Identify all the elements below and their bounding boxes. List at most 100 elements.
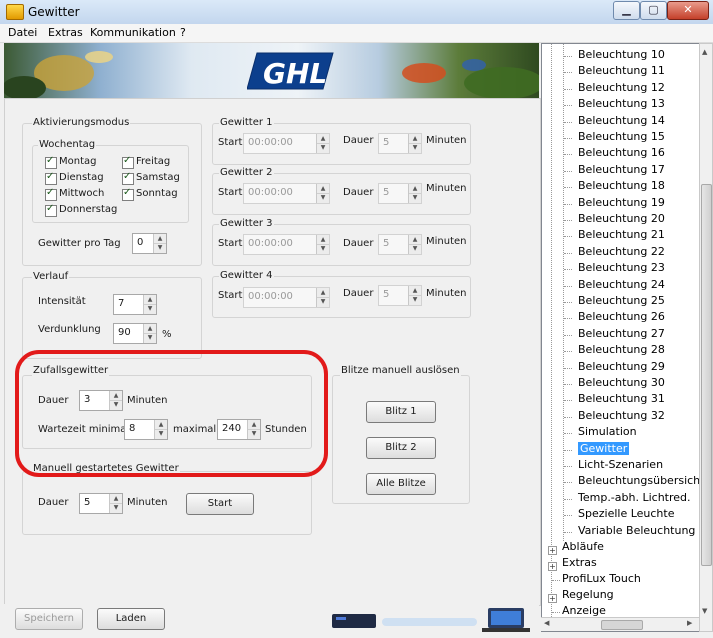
tree-item[interactable]: Beleuchtung 26 (578, 310, 665, 323)
gewitter-pro-tag-spinner[interactable]: 0 ▲ ▼ (132, 233, 167, 254)
menu-bar: Datei Extras Kommunikation ? (0, 24, 713, 43)
freitag-checkbox[interactable] (122, 155, 134, 169)
header-banner: GHL (4, 43, 539, 98)
tree-item[interactable]: Gewitter (578, 441, 630, 455)
expand-regelung-icon[interactable]: + (548, 594, 557, 603)
scroll-left-icon[interactable]: ◀ (544, 619, 549, 627)
tree-item[interactable]: Beleuchtung 24 (578, 278, 665, 291)
spin-down-icon[interactable]: ▼ (409, 143, 421, 152)
mittwoch-checkbox[interactable] (45, 187, 57, 201)
manuell-dauer-spinner[interactable]: 5 ▲ ▼ (79, 493, 123, 514)
gewitter-3-dauer-field[interactable]: 5 ▲ ▼ (378, 234, 422, 255)
gewitter-2-start-field[interactable]: 00:00:00 ▲ ▼ (243, 183, 330, 204)
tree-item[interactable]: Beleuchtung 17 (578, 163, 665, 176)
speichern-button[interactable]: Speichern (15, 608, 83, 630)
tree-item[interactable]: Beleuchtung 18 (578, 179, 665, 192)
menu-extras[interactable]: Extras (48, 26, 83, 39)
tree-node-ablaeufe[interactable]: Abläufe (562, 540, 604, 553)
tree-item[interactable]: Beleuchtung 16 (578, 146, 665, 159)
freitag-label: Freitag (136, 156, 171, 167)
tree-item[interactable]: Beleuchtung 13 (578, 97, 665, 110)
app-window: Gewitter ▁ ▢ ✕ Datei Extras Kommunikatio… (0, 0, 713, 638)
tree-item[interactable]: Temp.-abh. Lichtred. (578, 491, 691, 504)
montag-checkbox[interactable] (45, 155, 57, 169)
scroll-right-icon[interactable]: ▶ (687, 619, 692, 627)
tree-item[interactable]: Beleuchtung 23 (578, 261, 665, 274)
spin-down-icon[interactable]: ▼ (144, 304, 156, 313)
gewitter-4-start-field[interactable]: 00:00:00 ▲ ▼ (243, 287, 330, 308)
scroll-down-icon[interactable]: ▼ (702, 607, 707, 615)
menu-kommunikation[interactable]: Kommunikation (90, 26, 176, 39)
blitze-label: Blitze manuell auslösen (340, 365, 461, 376)
gewitter-1-start-field[interactable]: 00:00:00 ▲ ▼ (243, 133, 330, 154)
tree-item[interactable]: Beleuchtung 30 (578, 376, 665, 389)
samstag-checkbox[interactable] (122, 171, 134, 185)
tree-item[interactable]: Beleuchtung 22 (578, 245, 665, 258)
tree-item[interactable]: Beleuchtung 29 (578, 360, 665, 373)
tree-item[interactable]: Beleuchtung 25 (578, 294, 665, 307)
tree-vertical-scrollbar[interactable]: ▲ ▼ (699, 43, 713, 632)
verdunklung-spinner[interactable]: 90 ▲ ▼ (113, 323, 157, 344)
gewitter-2-dauer-field[interactable]: 5 ▲ ▼ (378, 183, 422, 204)
tree-node-extras[interactable]: Extras (562, 556, 597, 569)
main-panel: Aktivierungsmodus Wochentag Montag Freit… (4, 98, 541, 606)
spin-down-icon[interactable]: ▼ (317, 143, 329, 152)
expand-extras-icon[interactable]: + (548, 562, 557, 571)
gewitter-1-dauer-field[interactable]: 5 ▲ ▼ (378, 133, 422, 154)
tree-node-regelung[interactable]: Regelung (562, 588, 614, 601)
tree-item[interactable]: Beleuchtung 15 (578, 130, 665, 143)
tree-item[interactable]: Beleuchtung 10 (578, 48, 665, 61)
highlight-annotation (15, 350, 328, 477)
spin-down-icon[interactable]: ▼ (317, 193, 329, 202)
tree-item[interactable]: Beleuchtung 12 (578, 81, 665, 94)
tree-item[interactable]: Beleuchtung 19 (578, 196, 665, 209)
tree-item[interactable]: Spezielle Leuchte (578, 507, 674, 520)
sonntag-checkbox[interactable] (122, 187, 134, 201)
tree-item[interactable]: Beleuchtung 27 (578, 327, 665, 340)
maximize-button[interactable]: ▢ (640, 1, 667, 20)
tree-item[interactable]: Licht-Szenarien (578, 458, 663, 471)
navigation-tree[interactable]: Beleuchtung 10 Beleuchtung 11 Beleuchtung … (541, 43, 701, 632)
tree-item[interactable]: Beleuchtung 11 (578, 64, 665, 77)
blitz-1-button[interactable]: Blitz 1 (366, 401, 436, 423)
laden-button[interactable]: Laden (97, 608, 165, 630)
tree-item[interactable]: Beleuchtung 14 (578, 114, 665, 127)
gewitter-4-dauer-label: Dauer (343, 288, 374, 299)
tree-node-profilux-touch[interactable]: ProfiLux Touch (562, 572, 641, 585)
spin-down-icon[interactable]: ▼ (317, 244, 329, 253)
scroll-thumb[interactable] (701, 184, 712, 566)
tree-horizontal-scrollbar[interactable]: ◀ ▶ (541, 617, 699, 631)
donnerstag-checkbox[interactable] (45, 203, 57, 217)
menu-help[interactable]: ? (180, 26, 186, 39)
tree-item[interactable]: Beleuchtung 28 (578, 343, 665, 356)
tree-item[interactable]: Variable Beleuchtung (578, 524, 695, 537)
gewitter-3-start-field[interactable]: 00:00:00 ▲ ▼ (243, 234, 330, 255)
minimize-button[interactable]: ▁ (613, 1, 640, 20)
start-button[interactable]: Start (186, 493, 254, 515)
spin-down-icon[interactable]: ▼ (144, 333, 156, 342)
spin-down-icon[interactable]: ▼ (154, 243, 166, 252)
menu-datei[interactable]: Datei (8, 26, 37, 39)
dienstag-checkbox[interactable] (45, 171, 57, 185)
expand-abläufe-icon[interactable]: + (548, 546, 557, 555)
spin-down-icon[interactable]: ▼ (409, 295, 421, 304)
tree-item[interactable]: Beleuchtungsübersicht (578, 474, 700, 487)
intensitaet-spinner[interactable]: 7 ▲ ▼ (113, 294, 157, 315)
spin-down-icon[interactable]: ▼ (409, 244, 421, 253)
spin-down-icon[interactable]: ▼ (110, 503, 122, 512)
tree-item[interactable]: Beleuchtung 31 (578, 392, 665, 405)
gewitter-4-dauer-field[interactable]: 5 ▲ ▼ (378, 285, 422, 306)
tree-item[interactable]: Simulation (578, 425, 637, 438)
spin-down-icon[interactable]: ▼ (317, 297, 329, 306)
spin-down-icon[interactable]: ▼ (409, 193, 421, 202)
tree-node-anzeige[interactable]: Anzeige (562, 604, 606, 617)
tree-item[interactable]: Beleuchtung 21 (578, 228, 665, 241)
alle-blitze-button[interactable]: Alle Blitze (366, 473, 436, 495)
logo-text: GHL (263, 57, 327, 90)
close-button[interactable]: ✕ (667, 1, 709, 20)
scroll-up-icon[interactable]: ▲ (702, 48, 707, 56)
blitz-2-button[interactable]: Blitz 2 (366, 437, 436, 459)
tree-item[interactable]: Beleuchtung 20 (578, 212, 665, 225)
tree-item[interactable]: Beleuchtung 32 (578, 409, 665, 422)
hscroll-thumb[interactable] (601, 620, 643, 630)
